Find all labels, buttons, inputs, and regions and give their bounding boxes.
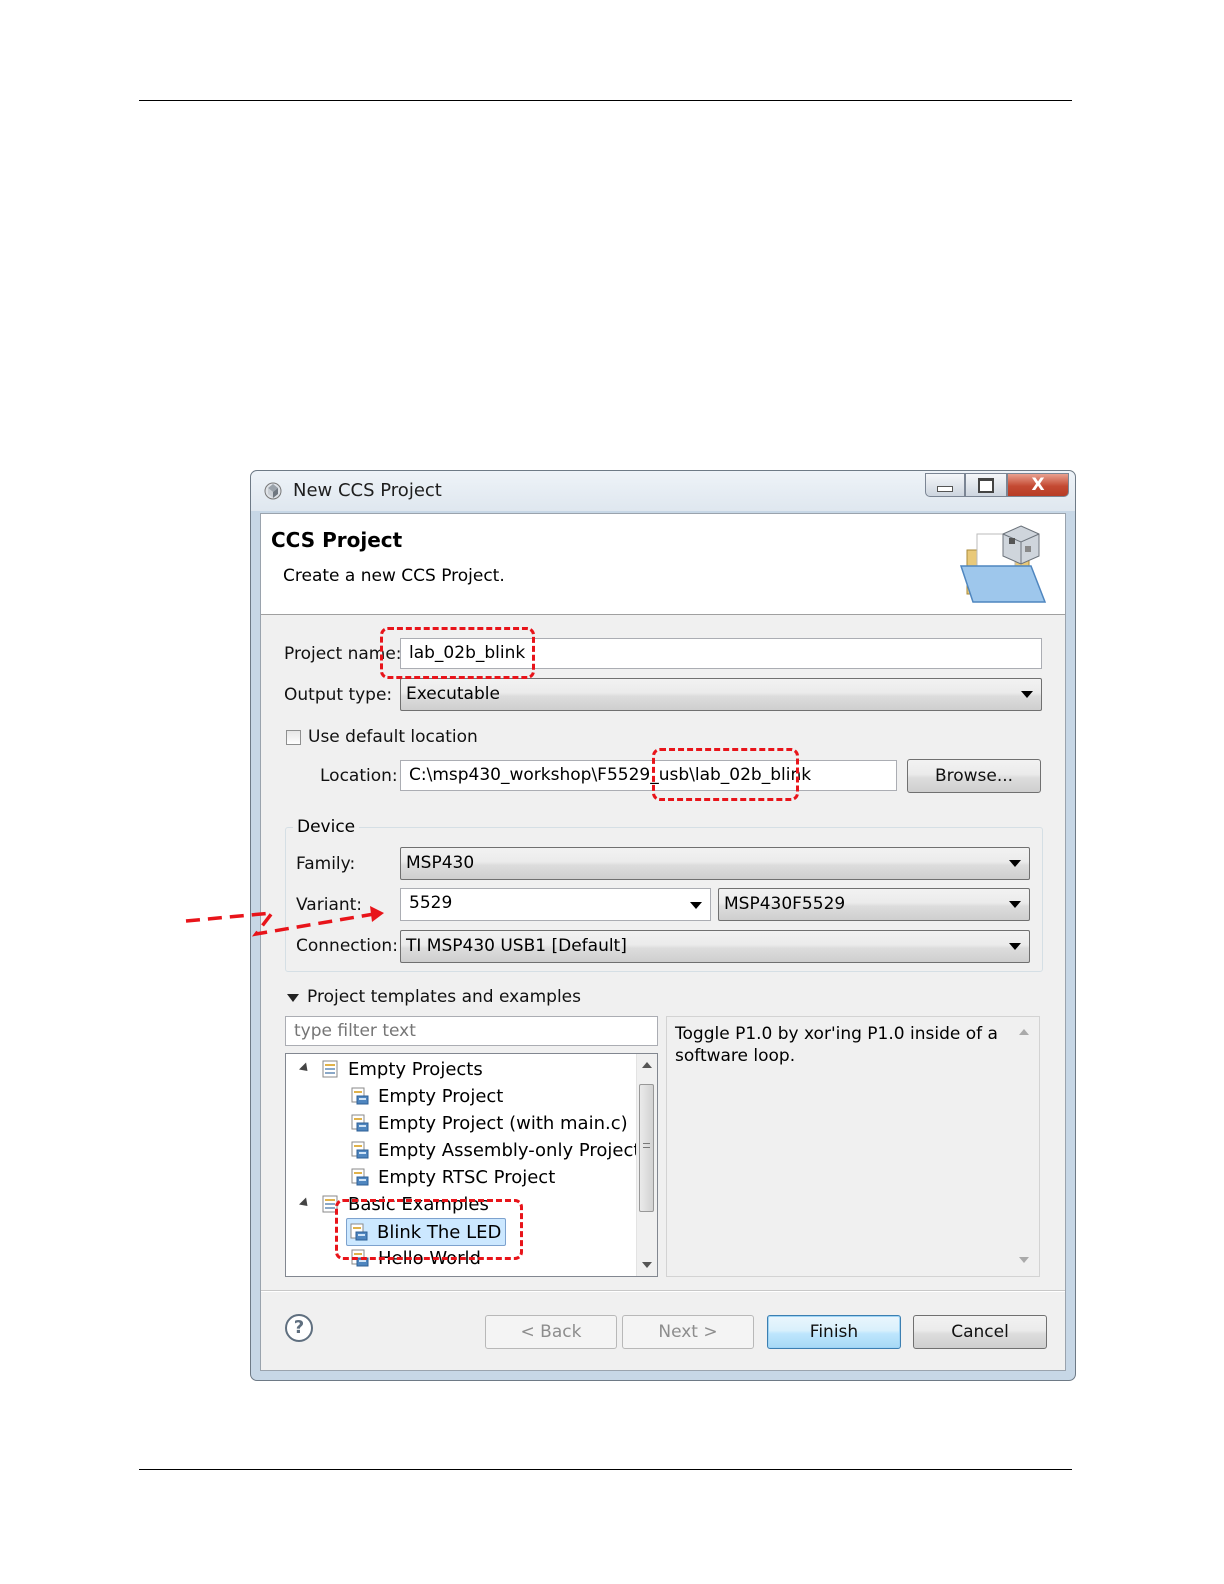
annotation-variant-arrow: [185, 906, 384, 937]
